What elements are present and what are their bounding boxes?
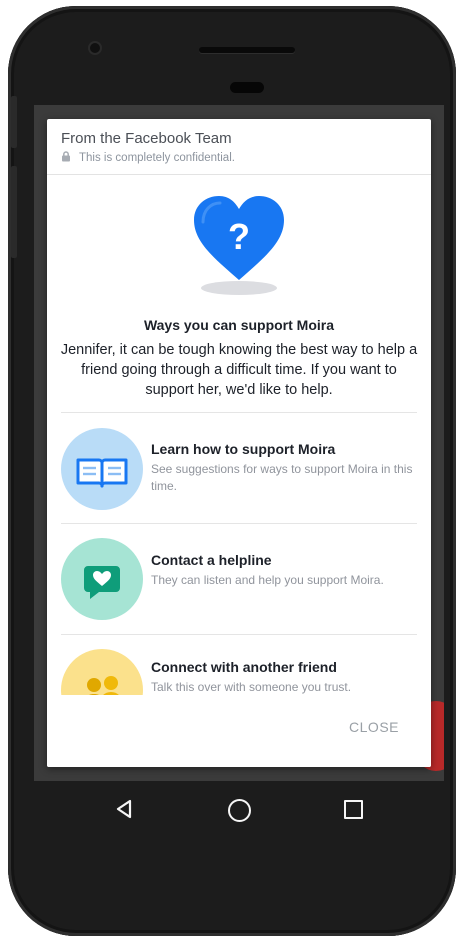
chat-heart-icon [84,566,120,599]
recent-apps-icon[interactable] [344,800,363,819]
dialog-footer: CLOSE [47,695,431,767]
volume-button [11,96,17,148]
option-description: Talk this over with someone you trust. [151,680,352,694]
option-icon-circle [61,428,143,510]
dialog-header: From the Facebook Team This is completel… [47,119,431,175]
intro-body: Jennifer, it can be tough knowing the be… [60,342,418,398]
lock-icon [61,151,71,165]
option-icon-circle [61,538,143,620]
heart-question-icon: ? [194,196,284,280]
front-camera-icon [90,43,100,53]
heart-illustration: ? [47,175,431,305]
dialog-scroll-area[interactable]: ? Ways you can support Moira Jennifer, i… [47,175,431,695]
confidential-text: This is completely confidential. [79,152,235,164]
option-title: Learn how to support Moira [151,441,336,457]
dialog-title: From the Facebook Team [61,130,232,147]
option-contact-helpline[interactable]: Contact a helpline They can listen and h… [47,524,431,634]
book-icon [76,458,128,488]
speaker-grille [199,47,295,53]
option-icon-circle [61,649,143,695]
option-title: Connect with another friend [151,659,337,675]
option-connect-friend[interactable]: Connect with another friend Talk this ov… [47,635,431,695]
earpiece [230,82,264,93]
heart-shadow [201,281,277,295]
close-button[interactable]: CLOSE [349,719,399,735]
svg-text:?: ? [228,216,250,257]
home-icon[interactable] [228,799,251,822]
option-title: Contact a helpline [151,552,272,568]
option-learn-support[interactable]: Learn how to support Moira See suggestio… [47,413,431,523]
power-button [11,166,17,258]
back-icon[interactable] [114,798,134,820]
option-description: See suggestions for ways to support Moir… [151,462,413,493]
people-icon [87,676,119,695]
option-description: They can listen and help you support Moi… [151,573,384,587]
support-dialog: From the Facebook Team This is completel… [47,119,431,767]
android-nav-bar [34,781,444,837]
confidential-note: This is completely confidential. [61,151,235,165]
intro-title: Ways you can support Moira [143,317,335,333]
